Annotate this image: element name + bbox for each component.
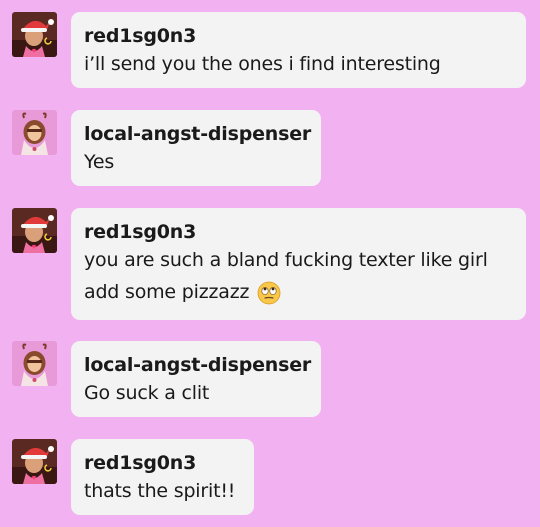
message-text-line-2: add some pizzazz (84, 276, 512, 308)
avatar[interactable] (12, 12, 57, 57)
message-text: Yes (84, 151, 115, 173)
message-text-line-1: you are such a bland fucking texter like… (84, 249, 488, 271)
rolling-eyes-emoji-icon (257, 281, 281, 305)
message-text: add some pizzazz (84, 281, 250, 303)
avatar[interactable] (12, 341, 57, 386)
sender-name[interactable]: red1sg0n3 (84, 24, 512, 48)
sender-name[interactable]: local-angst-dispenser (84, 353, 311, 377)
message-text: i’ll send you the ones i find interestin… (84, 53, 441, 75)
avatar[interactable] (12, 208, 57, 253)
sender-name[interactable]: red1sg0n3 (84, 220, 512, 244)
message-bubble: red1sg0n3 thats the spirit!! (71, 439, 254, 515)
avatar[interactable] (12, 439, 57, 484)
sender-name[interactable]: local-angst-dispenser (84, 122, 311, 146)
message-bubble: local-angst-dispenser Go suck a clit (71, 341, 321, 417)
sender-name[interactable]: red1sg0n3 (84, 451, 240, 475)
message-bubble: red1sg0n3 you are such a bland fucking t… (71, 208, 526, 320)
message-text: thats the spirit!! (84, 480, 236, 502)
message-bubble: red1sg0n3 i’ll send you the ones i find … (71, 12, 526, 88)
message-text: Go suck a clit (84, 382, 210, 404)
message-bubble: local-angst-dispenser Yes (71, 110, 321, 186)
avatar[interactable] (12, 110, 57, 155)
